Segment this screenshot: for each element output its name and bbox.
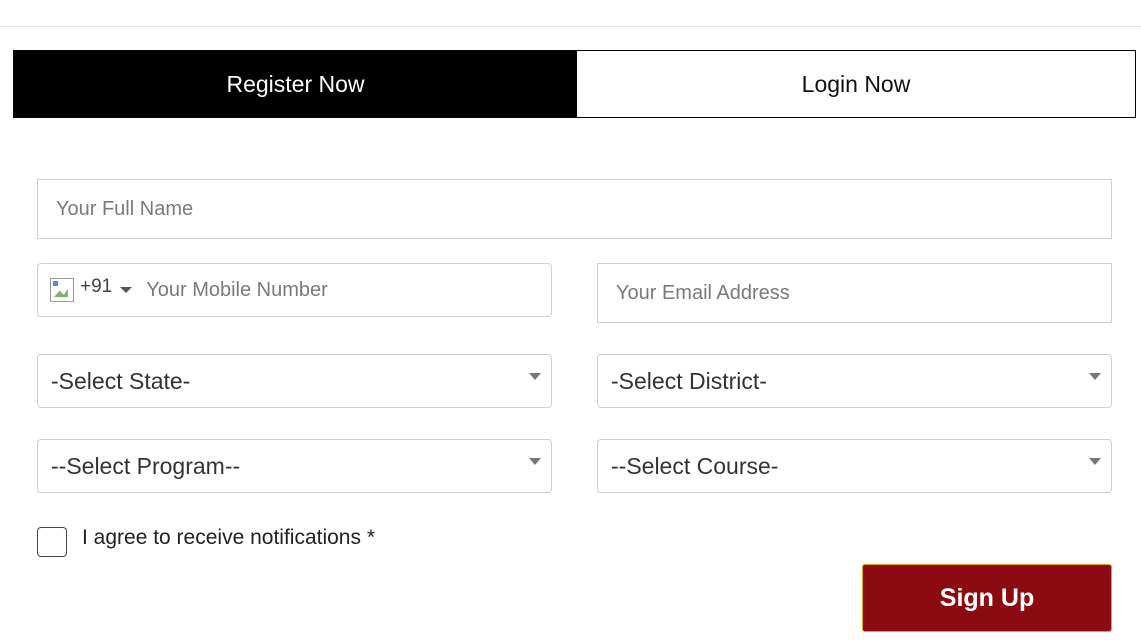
caret-down-icon	[120, 287, 133, 293]
full-name-field	[37, 179, 1112, 239]
state-select-value: -Select State-	[51, 367, 191, 394]
notification-consent: I agree to receive notifications *	[37, 526, 375, 557]
auth-tabs: Register Now Login Now	[13, 50, 1136, 118]
state-select[interactable]: -Select State-	[37, 354, 552, 408]
top-divider	[0, 26, 1141, 27]
district-select-value: -Select District-	[611, 367, 767, 394]
dial-code: +91	[80, 276, 113, 297]
email-input[interactable]	[598, 264, 1111, 322]
chevron-down-icon	[1089, 458, 1101, 465]
mobile-number-input[interactable]	[142, 264, 551, 316]
program-select-value: --Select Program--	[51, 452, 241, 479]
country-code-selector[interactable]: +91	[38, 264, 142, 316]
district-select[interactable]: -Select District-	[597, 354, 1112, 408]
consent-label: I agree to receive notifications *	[82, 526, 375, 549]
tab-login[interactable]: Login Now	[577, 51, 1135, 117]
mobile-field: +91	[37, 263, 552, 317]
broken-flag-image-icon	[50, 278, 74, 302]
program-select[interactable]: --Select Program--	[37, 439, 552, 493]
chevron-down-icon	[1089, 373, 1101, 380]
email-field	[597, 263, 1112, 323]
course-select[interactable]: --Select Course-	[597, 439, 1112, 493]
tab-register[interactable]: Register Now	[14, 51, 577, 117]
full-name-input[interactable]	[38, 180, 1111, 238]
course-select-value: --Select Course-	[611, 452, 779, 479]
chevron-down-icon	[529, 458, 541, 465]
chevron-down-icon	[529, 373, 541, 380]
consent-checkbox[interactable]	[37, 527, 67, 557]
sign-up-button[interactable]: Sign Up	[862, 564, 1112, 632]
